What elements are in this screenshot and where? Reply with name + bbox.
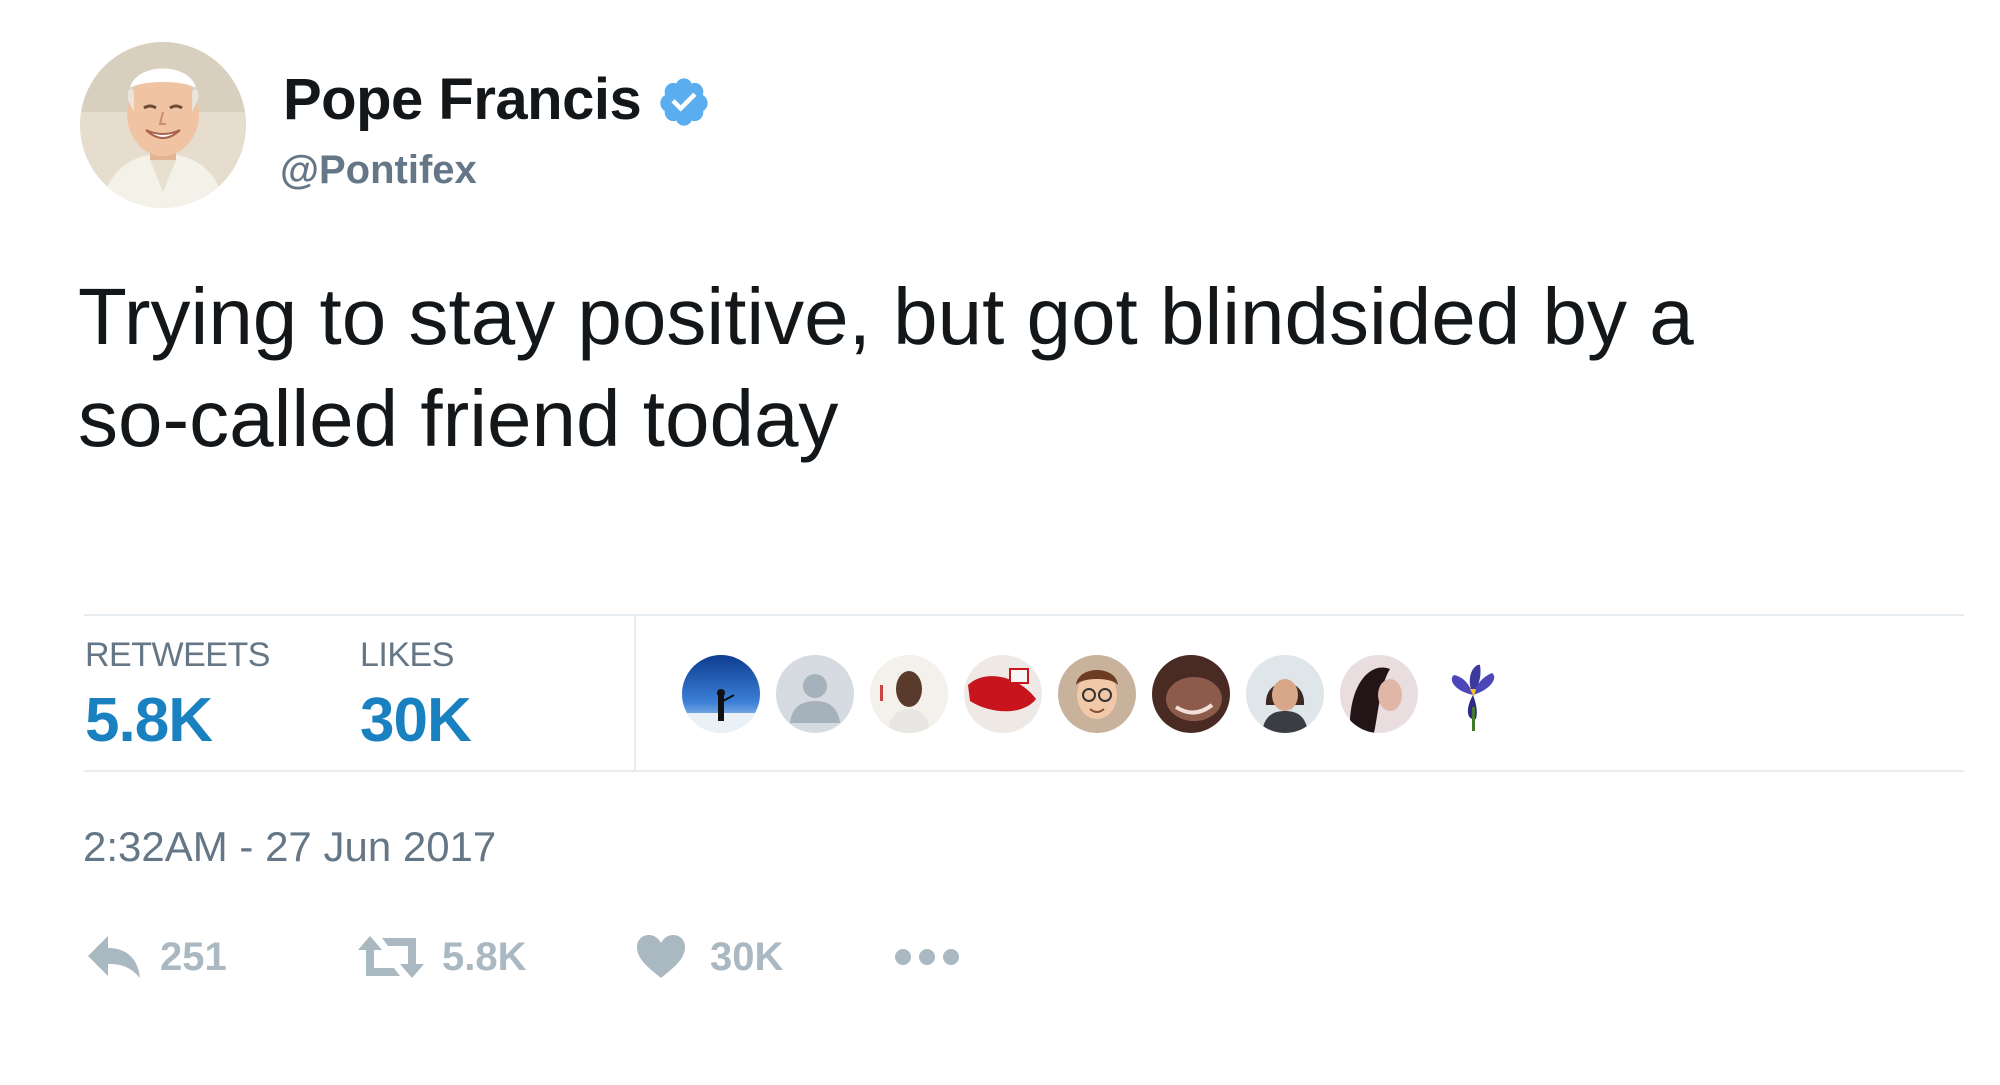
person-photo-avatar-icon [80, 42, 246, 208]
liker-avatar[interactable] [1340, 655, 1418, 733]
like-button[interactable]: 30K [636, 930, 783, 984]
liker-avatar-3-icon [870, 655, 948, 733]
more-options-button[interactable] [894, 930, 960, 984]
liker-avatar-2-icon [776, 655, 854, 733]
liker-avatar[interactable] [1152, 655, 1230, 733]
avatar[interactable] [80, 42, 246, 208]
liker-avatar[interactable] [682, 655, 760, 733]
tweet-timestamp[interactable]: 2:32AM - 27 Jun 2017 [83, 823, 496, 871]
liker-avatar-1-icon [682, 655, 760, 733]
liker-avatar[interactable] [964, 655, 1042, 733]
tweet-text-line-1: Trying to stay positive, but got blindsi… [78, 272, 1694, 361]
liker-avatar-4-icon [964, 655, 1042, 733]
verified-badge-icon [660, 77, 708, 126]
retweet-count: 5.8K [442, 934, 527, 979]
more-dots-icon [895, 949, 959, 965]
likes-count: 30K [360, 686, 472, 755]
likes-label: LIKES [360, 636, 454, 674]
liker-avatar-9-icon [1434, 655, 1512, 733]
liker-avatar-6-icon [1152, 655, 1230, 733]
liker-avatar[interactable] [1434, 655, 1512, 733]
like-count: 30K [710, 934, 784, 979]
stats-separator [634, 615, 636, 771]
likes-stat[interactable]: LIKES 30K [360, 636, 472, 756]
liker-avatar[interactable] [776, 655, 854, 733]
liker-avatar[interactable] [870, 655, 948, 733]
retweets-stat[interactable]: RETWEETS 5.8K [85, 636, 270, 756]
liker-avatar[interactable] [1246, 655, 1324, 733]
display-name-row: Pope Francis [283, 66, 711, 133]
likers-avatar-row [682, 655, 1528, 733]
retweets-label: RETWEETS [85, 636, 270, 674]
tweet-text-line-2: so-called friend today [78, 374, 839, 463]
reply-count: 251 [160, 934, 227, 979]
liker-avatar-8-icon [1340, 655, 1418, 733]
liker-avatar-5-icon [1058, 655, 1136, 733]
retweet-icon [358, 936, 424, 978]
user-handle[interactable]: @Pontifex [280, 148, 477, 193]
heart-icon [637, 935, 685, 978]
tweet-text: Trying to stay positive, but got blindsi… [78, 266, 1958, 470]
reply-button[interactable]: 251 [86, 930, 227, 984]
stats-divider-bottom [84, 770, 1964, 772]
reply-icon [88, 936, 140, 978]
liker-avatar-7-icon [1246, 655, 1324, 733]
stats-divider-top [84, 614, 1964, 616]
retweets-count: 5.8K [85, 686, 213, 755]
display-name[interactable]: Pope Francis [283, 66, 642, 133]
liker-avatar[interactable] [1058, 655, 1136, 733]
retweet-button[interactable]: 5.8K [358, 930, 527, 984]
tweet-card: Pope Francis @Pontifex Trying to stay po… [0, 0, 2000, 1085]
